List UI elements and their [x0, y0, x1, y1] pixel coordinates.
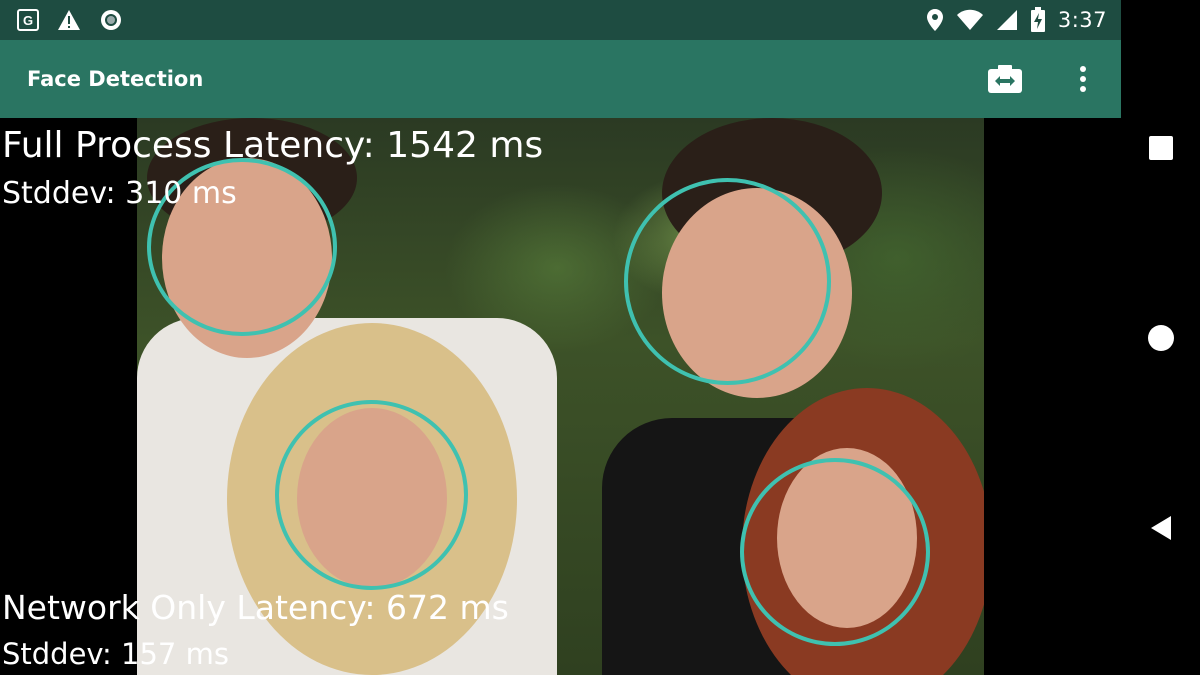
network-only-stddev-label: Stddev: 157 ms — [2, 637, 229, 671]
switch-camera-button[interactable] — [983, 57, 1027, 101]
face-detection-circle — [740, 458, 930, 646]
svg-text:G: G — [23, 13, 33, 28]
signal-icon — [996, 9, 1018, 31]
recents-button[interactable] — [1121, 118, 1200, 178]
more-options-button[interactable] — [1067, 57, 1099, 101]
more-vert-icon — [1080, 66, 1086, 92]
status-bar: G 3:37 — [0, 0, 1121, 40]
sync-icon — [99, 8, 123, 32]
navigation-bar — [1121, 0, 1200, 675]
back-button[interactable] — [1121, 498, 1200, 558]
recents-icon — [1148, 136, 1173, 160]
face-detection-circle — [275, 400, 468, 590]
app-title: Face Detection — [27, 67, 204, 91]
battery-charging-icon — [1030, 7, 1046, 33]
location-icon — [926, 8, 944, 32]
switch-camera-icon — [988, 65, 1022, 93]
full-process-stddev-label: Stddev: 310 ms — [2, 176, 237, 211]
status-clock: 3:37 — [1057, 8, 1107, 32]
home-icon — [1147, 325, 1174, 351]
status-notifications: G — [17, 8, 123, 32]
app-bar: Face Detection — [0, 40, 1121, 118]
google-icon: G — [17, 9, 39, 31]
app-bar-actions — [983, 57, 1121, 101]
wifi-icon — [956, 9, 984, 31]
face-detection-circle — [624, 178, 831, 385]
full-process-latency-label: Full Process Latency: 1542 ms — [2, 125, 544, 166]
back-icon — [1150, 516, 1171, 540]
status-system: 3:37 — [926, 7, 1107, 33]
warning-icon — [57, 9, 81, 31]
network-only-latency-label: Network Only Latency: 672 ms — [2, 588, 509, 627]
home-button[interactable] — [1121, 308, 1200, 368]
